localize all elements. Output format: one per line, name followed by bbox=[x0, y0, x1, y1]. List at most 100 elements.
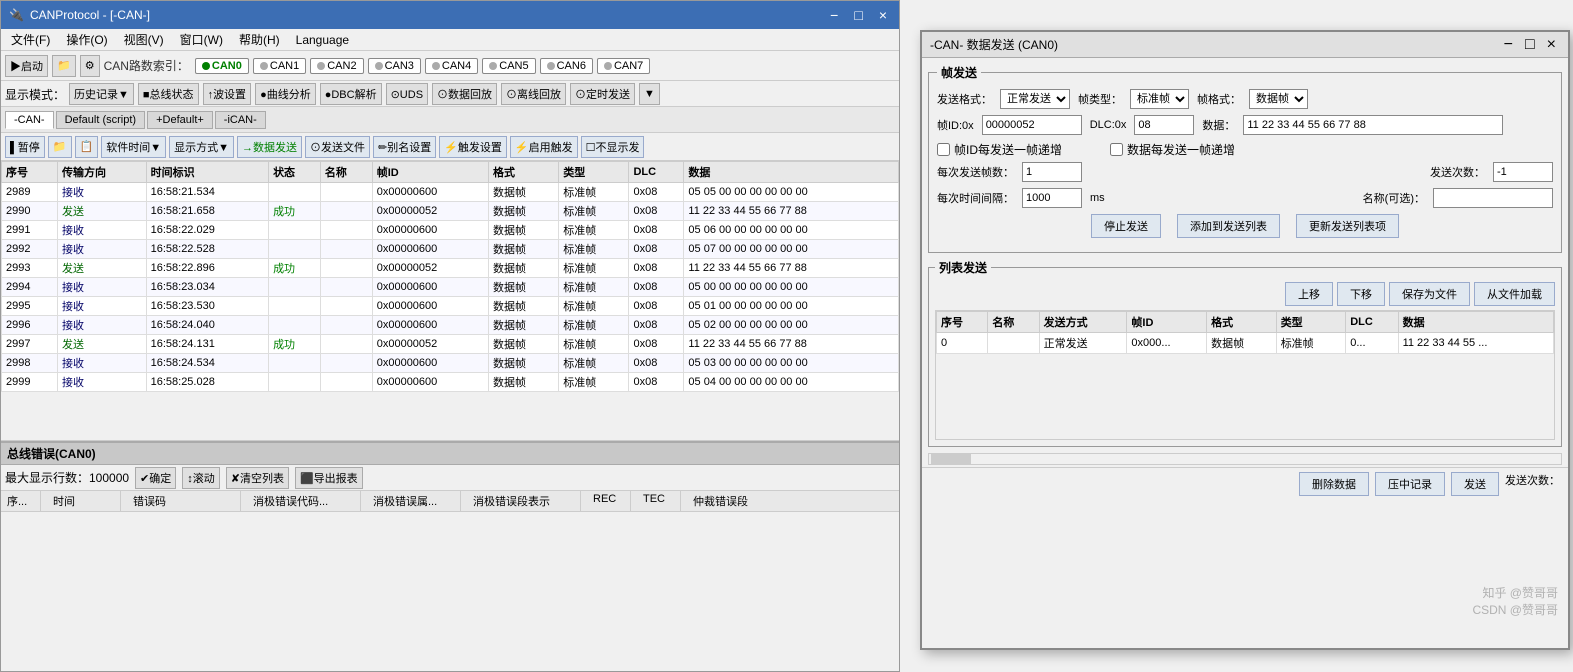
copy-button[interactable]: 📋 bbox=[75, 136, 99, 158]
frame-type-select[interactable]: 标准帧 bbox=[1130, 89, 1189, 109]
list-col-type: 类型 bbox=[1276, 312, 1346, 333]
display-mode-btn[interactable]: 显示方式▼ bbox=[169, 136, 234, 158]
trigger-settings-btn[interactable]: ⚡触发设置 bbox=[439, 136, 507, 158]
table-row[interactable]: 2989接收16:58:21.5340x00000600数据帧标准帧0x0805… bbox=[2, 183, 899, 202]
frame-type-label: 帧类型： bbox=[1078, 91, 1122, 107]
tab-ican[interactable]: -iCAN- bbox=[215, 111, 266, 129]
dialog-restore-btn[interactable]: □ bbox=[1521, 36, 1539, 54]
can1-button[interactable]: CAN1 bbox=[253, 58, 306, 74]
data-replay-btn[interactable]: ⊙数据回放 bbox=[432, 83, 497, 105]
data-increment-check[interactable] bbox=[1110, 143, 1123, 156]
add-to-list-button[interactable]: 添加到发送列表 bbox=[1177, 214, 1280, 238]
no-display-btn[interactable]: ☐不显示发 bbox=[581, 136, 645, 158]
stop-send-button[interactable]: 停止发送 bbox=[1091, 214, 1161, 238]
menu-language[interactable]: Language bbox=[290, 32, 355, 48]
minimize-button[interactable]: − bbox=[826, 7, 842, 23]
more-btn[interactable]: ▼ bbox=[639, 83, 660, 105]
dialog-close-btn[interactable]: × bbox=[1543, 36, 1560, 54]
data-send-btn[interactable]: →数据发送 bbox=[237, 136, 302, 158]
load-file-button[interactable]: 从文件加载 bbox=[1474, 282, 1555, 306]
interval-input[interactable] bbox=[1022, 188, 1082, 208]
table-cell: 0x08 bbox=[629, 202, 684, 221]
dbc-parse-btn[interactable]: ●DBC解析 bbox=[320, 83, 382, 105]
table-cell: 0x08 bbox=[629, 278, 684, 297]
save-file-button[interactable]: 保存为文件 bbox=[1389, 282, 1470, 306]
table-row[interactable]: 2999接收16:58:25.0280x00000600数据帧标准帧0x0805… bbox=[2, 373, 899, 392]
table-row[interactable]: 2991接收16:58:22.0290x00000600数据帧标准帧0x0805… bbox=[2, 221, 899, 240]
update-list-button[interactable]: 更新发送列表项 bbox=[1296, 214, 1399, 238]
scroll-button[interactable]: ↕滚动 bbox=[182, 467, 220, 489]
open-button[interactable]: 📁 bbox=[48, 136, 72, 158]
compress-record-button[interactable]: 压中记录 bbox=[1375, 472, 1445, 496]
send-button[interactable]: 发送 bbox=[1451, 472, 1499, 496]
scrollbar-h[interactable] bbox=[928, 453, 1562, 465]
tab-default-script[interactable]: Default (script) bbox=[56, 111, 146, 129]
list-col-seq: 序号 bbox=[937, 312, 988, 333]
col-type: 类型 bbox=[559, 162, 629, 183]
data-input[interactable] bbox=[1243, 115, 1503, 135]
table-cell bbox=[269, 221, 321, 240]
display-toolbar: 显示模式： 历史记录▼ ■总线状态 ↑波设置 ●曲线分析 ●DBC解析 ⊙UDS… bbox=[1, 81, 899, 107]
menu-file[interactable]: 文件(F) bbox=[5, 30, 56, 49]
toolbar-btn2[interactable]: 📁 bbox=[52, 55, 76, 77]
restore-button[interactable]: □ bbox=[850, 7, 866, 23]
send-count-input[interactable] bbox=[1022, 162, 1082, 182]
send-total-input[interactable] bbox=[1493, 162, 1553, 182]
can0-button[interactable]: CAN0 bbox=[195, 58, 249, 74]
start-button[interactable]: ▶启动 bbox=[5, 55, 48, 77]
tab-default-plus[interactable]: +Default+ bbox=[147, 111, 213, 129]
can3-button[interactable]: CAN3 bbox=[368, 58, 421, 74]
data-table: 序号 传输方向 时间标识 状态 名称 帧ID 格式 类型 DLC 数据 2989… bbox=[1, 161, 899, 392]
timer-send-btn[interactable]: ⊙定时发送 bbox=[570, 83, 635, 105]
menu-operation[interactable]: 操作(O) bbox=[60, 30, 113, 49]
curve-analysis-btn[interactable]: ●曲线分析 bbox=[255, 83, 316, 105]
alias-settings-btn[interactable]: ✏别名设置 bbox=[373, 136, 436, 158]
can6-button[interactable]: CAN6 bbox=[540, 58, 593, 74]
export-button[interactable]: ⬛导出报表 bbox=[295, 467, 363, 489]
move-up-button[interactable]: 上移 bbox=[1285, 282, 1333, 306]
enable-trigger-btn[interactable]: ⚡启用触发 bbox=[510, 136, 578, 158]
filter-settings-btn[interactable]: ↑波设置 bbox=[203, 83, 252, 105]
table-row[interactable]: 2993发送16:58:22.896成功0x00000052数据帧标准帧0x08… bbox=[2, 259, 899, 278]
table-row[interactable]: 2998接收16:58:24.5340x00000600数据帧标准帧0x0805… bbox=[2, 354, 899, 373]
menu-window[interactable]: 窗口(W) bbox=[174, 30, 229, 49]
send-format-select[interactable]: 正常发送 bbox=[1000, 89, 1070, 109]
bus-status-btn[interactable]: ■总线状态 bbox=[138, 83, 199, 105]
software-time-btn[interactable]: 软件时间▼ bbox=[101, 136, 166, 158]
delete-data-button[interactable]: 删除数据 bbox=[1299, 472, 1369, 496]
table-row[interactable]: 2992接收16:58:22.5280x00000600数据帧标准帧0x0805… bbox=[2, 240, 899, 259]
menu-help[interactable]: 帮助(H) bbox=[233, 30, 286, 49]
dlc-input[interactable] bbox=[1134, 115, 1194, 135]
dialog-min-btn[interactable]: − bbox=[1500, 36, 1517, 54]
move-down-button[interactable]: 下移 bbox=[1337, 282, 1385, 306]
can5-button[interactable]: CAN5 bbox=[482, 58, 535, 74]
table-row[interactable]: 2990发送16:58:21.658成功0x00000052数据帧标准帧0x08… bbox=[2, 202, 899, 221]
history-record-btn[interactable]: 历史记录▼ bbox=[69, 83, 134, 105]
list-item[interactable]: 0 正常发送 0x000... 数据帧 标准帧 0... 11 22 33 44… bbox=[937, 333, 1554, 354]
frame-id-increment-check[interactable] bbox=[937, 143, 950, 156]
clear-list-button[interactable]: ✘清空列表 bbox=[226, 467, 289, 489]
menu-view[interactable]: 视图(V) bbox=[118, 30, 170, 49]
frame-format-select[interactable]: 数据帧 bbox=[1249, 89, 1308, 109]
table-cell: 05 03 00 00 00 00 00 00 bbox=[684, 354, 899, 373]
table-row[interactable]: 2996接收16:58:24.0400x00000600数据帧标准帧0x0805… bbox=[2, 316, 899, 335]
tab-can[interactable]: -CAN- bbox=[5, 111, 54, 129]
table-row[interactable]: 2997发送16:58:24.131成功0x00000052数据帧标准帧0x08… bbox=[2, 335, 899, 354]
name-input[interactable] bbox=[1433, 188, 1553, 208]
close-button[interactable]: × bbox=[875, 7, 891, 23]
confirm-button[interactable]: ✔确定 bbox=[135, 467, 176, 489]
frame-id-input[interactable] bbox=[982, 115, 1082, 135]
list-table-area: 序号 名称 发送方式 帧ID 格式 类型 DLC 数据 0 正常发送 bbox=[935, 310, 1555, 440]
pause-button[interactable]: ▌暂停 bbox=[5, 136, 45, 158]
table-row[interactable]: 2994接收16:58:23.0340x00000600数据帧标准帧0x0805… bbox=[2, 278, 899, 297]
can2-button[interactable]: CAN2 bbox=[310, 58, 363, 74]
check1-label: 帧ID每发送一帧递增 bbox=[954, 141, 1062, 158]
can7-button[interactable]: CAN7 bbox=[597, 58, 650, 74]
send-file-btn[interactable]: ⊙发送文件 bbox=[305, 136, 370, 158]
toolbar-btn3[interactable]: ⚙ bbox=[80, 55, 100, 77]
can4-button[interactable]: CAN4 bbox=[425, 58, 478, 74]
table-row[interactable]: 2995接收16:58:23.5300x00000600数据帧标准帧0x0805… bbox=[2, 297, 899, 316]
table-cell: 数据帧 bbox=[489, 335, 559, 354]
offline-replay-btn[interactable]: ⊙离线回放 bbox=[501, 83, 566, 105]
uds-btn[interactable]: ⊙UDS bbox=[386, 83, 428, 105]
